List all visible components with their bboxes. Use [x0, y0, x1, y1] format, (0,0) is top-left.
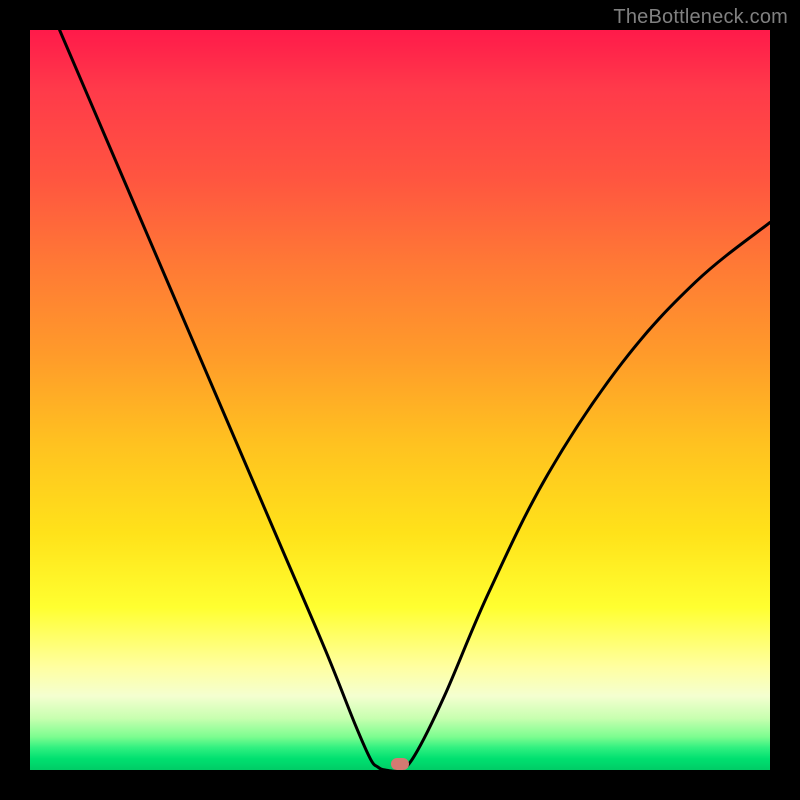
bottleneck-curve: [30, 30, 770, 770]
plot-area: [30, 30, 770, 770]
chart-marker: [391, 758, 409, 770]
chart-frame: TheBottleneck.com: [0, 0, 800, 800]
watermark-text: TheBottleneck.com: [613, 6, 788, 29]
